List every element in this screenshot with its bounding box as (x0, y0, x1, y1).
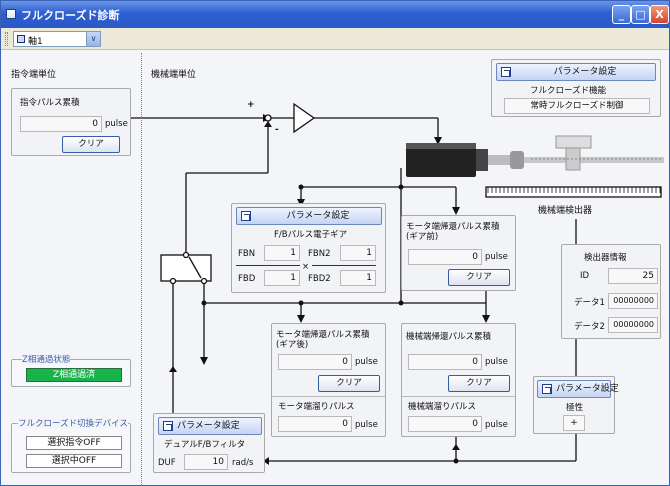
motor-after-sub: (ギア後) (276, 340, 309, 350)
machine-unit-title: 機械端単位 (151, 70, 197, 80)
selecting-status: 選択中OFF (26, 454, 122, 468)
motor-before-panel: モータ端帰還パルス累積 (ギア前) 0 pulse クリア (401, 215, 516, 291)
fbd2-field: 1 (340, 270, 376, 286)
detector-id-field: 25 (608, 268, 658, 284)
motor-after-unit: pulse (355, 357, 378, 367)
dual-title: デュアルF/Bフィルタ (164, 440, 246, 450)
z-phase-status: Z相通過済 (26, 368, 122, 382)
minus-sign: - (275, 125, 279, 135)
detector-d1-label: データ1 (574, 298, 605, 308)
motor-before-field: 0 (408, 249, 482, 265)
fullclosed-panel: パラメータ設定 フルクローズド機能 常時フルクローズド制御 (491, 59, 661, 117)
motor-droop-field: 0 (278, 416, 352, 432)
switch-device-title: フルクローズド切換デバイス (18, 417, 128, 429)
fraction-line (312, 265, 376, 266)
fraction-line (236, 265, 300, 266)
encoder-label: 機械端検出器 (538, 206, 593, 216)
polarity-title: 極性 (566, 403, 584, 413)
machine-droop-title: 機械端溜りパルス (408, 402, 477, 412)
fbd2-label: FBD2 (308, 274, 331, 284)
duf-label: DUF (158, 458, 176, 468)
fbd-label: FBD (238, 274, 256, 284)
plus-sign: + (247, 100, 255, 110)
switch-device-panel: フルクローズド切換デバイス 選択指令OFF 選択中OFF (11, 417, 131, 473)
motor-before-clear-button[interactable]: クリア (448, 269, 510, 286)
divider (402, 396, 515, 397)
z-phase-panel: Z相通過状態 Z相通過済 (11, 353, 131, 387)
motor-after-clear-button[interactable]: クリア (318, 375, 380, 392)
select-command-status: 選択指令OFF (26, 436, 122, 450)
machine-droop-field: 0 (408, 416, 482, 432)
dual-param-button[interactable]: パラメータ設定 (158, 417, 262, 435)
fb-gear-panel: パラメータ設定 F/Bパルス電子ギア FBN 1 FBN2 1 × FBD 1 … (231, 203, 386, 293)
motor-droop-title: モータ端溜りパルス (278, 402, 355, 412)
fc-param-button[interactable]: パラメータ設定 (496, 63, 656, 81)
command-pulse-panel: 指令パルス累積 0 pulse クリア (11, 88, 131, 156)
motor-before-sub: (ギア前) (406, 232, 439, 242)
param-icon (542, 384, 552, 394)
detector-d2-field: 00000000 (608, 317, 658, 333)
param-icon (163, 421, 173, 431)
machine-clear-button[interactable]: クリア (448, 375, 510, 392)
gear-param-button[interactable]: パラメータ設定 (236, 207, 382, 225)
motor-image (406, 135, 664, 177)
param-icon (501, 67, 511, 77)
divider (272, 396, 385, 397)
command-clear-button[interactable]: クリア (62, 136, 120, 153)
times-sign: × (302, 262, 310, 272)
param-icon (241, 211, 251, 221)
detector-id-label: ID (580, 271, 590, 281)
fc-mode-field: 常時フルクローズド制御 (504, 98, 650, 114)
motor-droop-unit: pulse (355, 420, 378, 430)
z-phase-title: Z相通過状態 (22, 353, 71, 365)
machine-title: 機械端帰還パルス累積 (406, 332, 492, 342)
fc-function-title: フルクローズド機能 (530, 86, 607, 96)
motor-after-panel: モータ端帰還パルス累積 (ギア後) 0 pulse クリア モータ端溜りパルス … (271, 323, 386, 437)
section-divider (141, 53, 142, 485)
gear-title: F/Bパルス電子ギア (274, 230, 348, 240)
command-unit-title: 指令端単位 (11, 70, 57, 80)
polarity-panel: パラメータ設定 極性 + (533, 376, 619, 434)
command-pulse-unit: pulse (105, 119, 128, 129)
command-pulse-title: 指令パルス累積 (20, 98, 80, 108)
fbn-field: 1 (264, 245, 300, 261)
polarity-param-button[interactable]: パラメータ設定 (537, 380, 619, 398)
detector-d1-field: 00000000 (608, 293, 658, 309)
machine-droop-unit: pulse (485, 420, 508, 430)
detector-d2-label: データ2 (574, 322, 605, 332)
machine-field: 0 (408, 354, 482, 370)
duf-unit: rad/s (232, 458, 254, 468)
polarity-field: + (563, 415, 585, 431)
detector-title: 検出器情報 (584, 253, 627, 263)
fbn-label: FBN (238, 249, 256, 259)
machine-unit: pulse (485, 357, 508, 367)
motor-after-field: 0 (278, 354, 352, 370)
detector-panel: 検出器情報 ID 25 データ1 00000000 データ2 00000000 (561, 244, 661, 339)
dual-filter-panel: パラメータ設定 デュアルF/Bフィルタ DUF 10 rad/s (153, 413, 265, 473)
window: フルクローズド診断 _ □ X 軸1 ∨ 指令端単位 指令パルス累積 0 pul… (0, 0, 670, 486)
machine-panel: 機械端帰還パルス累積 0 pulse クリア 機械端溜りパルス 0 pulse (401, 323, 516, 437)
duf-field: 10 (184, 454, 228, 470)
motor-before-unit: pulse (485, 252, 508, 262)
command-pulse-field: 0 (20, 116, 102, 132)
fbd-field: 1 (264, 270, 300, 286)
fbn2-label: FBN2 (308, 249, 331, 259)
fbn2-field: 1 (340, 245, 376, 261)
